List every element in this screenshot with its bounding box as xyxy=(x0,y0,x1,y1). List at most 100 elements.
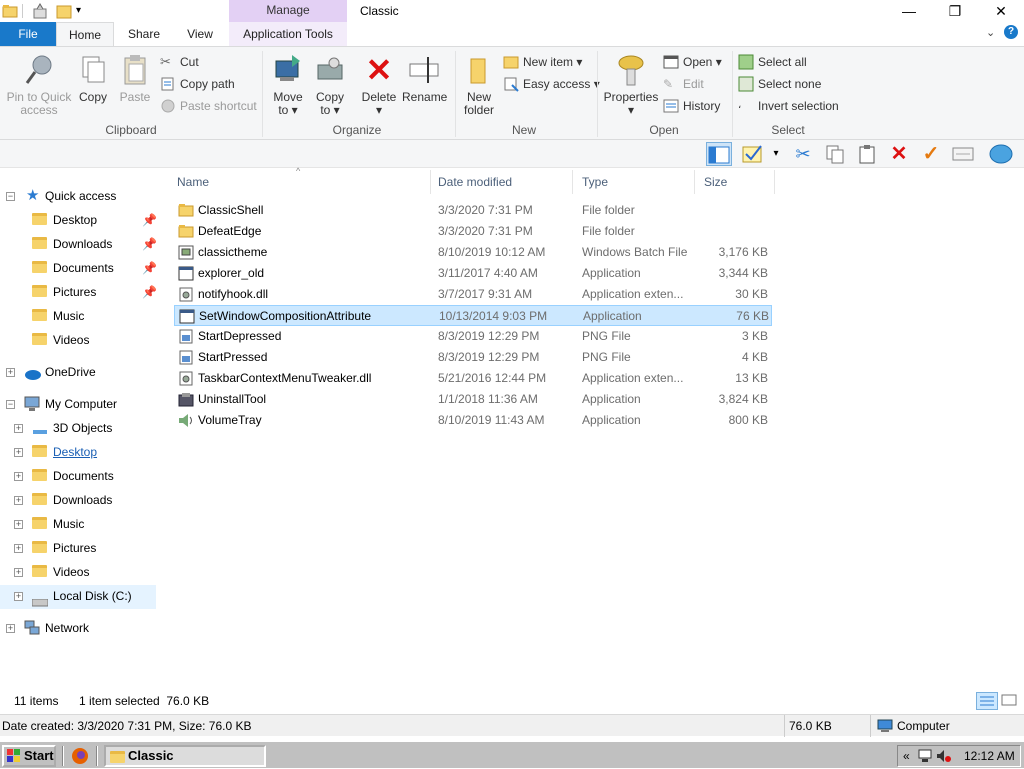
network-tray-icon[interactable] xyxy=(918,749,934,769)
nav-qa-pictures[interactable]: Pictures xyxy=(32,281,96,303)
paste-button[interactable]: Paste xyxy=(116,53,154,104)
maximize-button[interactable]: ❐ xyxy=(932,0,978,22)
table-row[interactable]: StartPressed 8/3/2019 12:29 PM PNG File 4 K… xyxy=(174,347,772,368)
expand-toggle[interactable]: + xyxy=(6,368,15,377)
firefox-icon[interactable] xyxy=(71,747,89,765)
table-row[interactable]: classictheme 8/10/2019 10:12 AM Windows Ba… xyxy=(174,242,772,263)
navigation-pane-icon[interactable] xyxy=(706,142,732,166)
tab-view[interactable]: View xyxy=(172,22,228,46)
nav-qa-documents[interactable]: Documents xyxy=(32,257,114,279)
nav-mc-documents[interactable]: Documents xyxy=(32,465,114,487)
nav-network[interactable]: Network xyxy=(24,617,89,639)
tab-home[interactable]: Home xyxy=(56,22,114,46)
nav-local-disk[interactable]: Local Disk (C:) xyxy=(31,585,132,607)
expand-toggle[interactable]: + xyxy=(14,544,23,553)
table-row[interactable]: SetWindowCompositionAttribute 10/13/2014 … xyxy=(174,305,772,326)
column-header-type[interactable]: Type xyxy=(573,170,695,194)
new-folder-button[interactable]: New folder xyxy=(460,53,498,117)
table-row[interactable]: StartDepressed 8/3/2019 12:29 PM PNG File 3… xyxy=(174,326,772,347)
expand-toggle[interactable]: + xyxy=(14,496,23,505)
move-to-button[interactable]: Move to ▾ xyxy=(268,53,308,117)
pin-to-quick-access-button[interactable]: Pin to Quick access xyxy=(4,53,74,117)
expand-toggle[interactable]: + xyxy=(14,568,23,577)
toolbar-share-globe-icon[interactable] xyxy=(988,142,1014,166)
minimize-button[interactable]: — xyxy=(886,0,932,22)
toolbar-dropdown-icon[interactable]: ▾ xyxy=(768,142,784,166)
nav-quick-access[interactable]: ★ Quick access xyxy=(26,185,116,207)
toolbar-properties-check-icon[interactable]: ✓ xyxy=(918,142,944,166)
table-row[interactable]: TaskbarContextMenuTweaker.dll 5/21/2016 1… xyxy=(174,368,772,389)
nav-qa-desktop[interactable]: Desktop xyxy=(32,209,97,231)
tray-expand-icon[interactable]: « xyxy=(903,746,910,766)
column-header-size[interactable]: Size xyxy=(695,170,775,194)
help-icon[interactable]: ? xyxy=(1004,25,1018,39)
volume-muted-icon[interactable] xyxy=(936,749,952,769)
nav-mc-downloads[interactable]: Downloads xyxy=(32,489,112,511)
tab-application-tools[interactable]: Application Tools xyxy=(229,22,347,46)
collapse-ribbon-icon[interactable]: ⌄ xyxy=(986,26,995,39)
table-row[interactable]: explorer_old 3/11/2017 4:40 AM Application… xyxy=(174,263,772,284)
collapse-toggle[interactable]: − xyxy=(6,400,15,409)
copy-to-button[interactable]: Copy to ▾ xyxy=(310,53,350,117)
nav-mc-pictures[interactable]: Pictures xyxy=(32,537,96,559)
edit-button[interactable]: ✎ Edit xyxy=(663,74,704,94)
large-icons-view-icon[interactable] xyxy=(1000,692,1020,710)
tab-file[interactable]: File xyxy=(0,22,56,46)
folder-window-icon[interactable] xyxy=(2,3,18,19)
nav-qa-downloads[interactable]: Downloads xyxy=(32,233,112,255)
table-row[interactable]: notifyhook.dll 3/7/2017 9:31 AM Applicatio… xyxy=(174,284,772,305)
expand-toggle[interactable]: + xyxy=(14,592,23,601)
column-header-date[interactable]: Date modified xyxy=(429,170,573,194)
open-button[interactable]: Open ▾ xyxy=(663,52,722,72)
toolbar-copy-icon[interactable] xyxy=(822,142,848,166)
copy-button[interactable]: Copy xyxy=(76,53,110,104)
paste-shortcut-button[interactable]: Paste shortcut xyxy=(160,96,257,116)
invert-selection-button[interactable]: ، Invert selection xyxy=(738,96,839,116)
toolbar-delete-icon[interactable]: ✕ xyxy=(886,142,912,166)
qat-dropdown-icon[interactable]: ▾ xyxy=(76,3,92,19)
expand-toggle[interactable]: + xyxy=(14,424,23,433)
nav-onedrive[interactable]: OneDrive xyxy=(24,361,96,383)
tab-share[interactable]: Share xyxy=(116,22,172,46)
history-icon xyxy=(663,98,679,114)
toolbar-email-icon[interactable] xyxy=(950,142,976,166)
select-all-button[interactable]: Select all xyxy=(738,52,807,72)
taskbar-window-button[interactable]: Classic xyxy=(104,745,266,767)
nav-qa-videos[interactable]: Videos xyxy=(32,329,89,351)
expand-toggle[interactable]: + xyxy=(14,520,23,529)
table-row[interactable]: ClassicShell 3/3/2020 7:31 PM File folder xyxy=(174,200,772,221)
new-item-button[interactable]: New item ▾ xyxy=(503,52,582,72)
easy-access-button[interactable]: Easy access ▾ xyxy=(503,74,600,94)
expand-toggle[interactable]: + xyxy=(6,624,15,633)
expand-toggle[interactable]: + xyxy=(14,472,23,481)
rename-button[interactable]: Rename xyxy=(402,53,447,104)
details-view-icon[interactable] xyxy=(976,692,998,710)
toolbar-paste-icon[interactable] xyxy=(854,142,880,166)
nav-my-computer[interactable]: My Computer xyxy=(24,393,117,415)
history-button[interactable]: History xyxy=(663,96,720,116)
select-none-button[interactable]: Select none xyxy=(738,74,821,94)
pictures-folder-icon xyxy=(32,541,47,553)
table-row[interactable]: VolumeTray 8/10/2019 11:43 AM Application 8… xyxy=(174,410,772,431)
properties-qat-icon[interactable] xyxy=(32,3,48,19)
nav-mc-desktop[interactable]: Desktop xyxy=(32,441,97,463)
nav-3d-objects[interactable]: 3D Objects xyxy=(32,417,112,439)
delete-button[interactable]: ✕ Delete ▾ xyxy=(358,53,400,117)
properties-button[interactable]: Properties ▾ xyxy=(603,53,659,117)
start-button[interactable]: Start xyxy=(2,745,56,767)
nav-mc-videos[interactable]: Videos xyxy=(32,561,89,583)
copy-path-button[interactable]: Copy path xyxy=(160,74,235,94)
table-row[interactable]: UninstallTool 1/1/2018 11:36 AM Applicatio… xyxy=(174,389,772,410)
cut-button[interactable]: ✂ Cut xyxy=(160,52,199,72)
clock[interactable]: 12:12 AM xyxy=(964,746,1015,766)
expand-toggle[interactable]: + xyxy=(14,448,23,457)
select-check-icon[interactable] xyxy=(740,142,766,166)
nav-mc-music[interactable]: Music xyxy=(32,513,84,535)
column-header-name[interactable]: Name xyxy=(168,170,431,194)
cut-scissors-icon[interactable]: ✂ xyxy=(790,142,816,166)
close-button[interactable]: ✕ xyxy=(978,0,1024,22)
collapse-toggle[interactable]: − xyxy=(6,192,15,201)
new-folder-qat-icon[interactable] xyxy=(56,3,72,19)
nav-qa-music[interactable]: Music xyxy=(32,305,84,327)
table-row[interactable]: DefeatEdge 3/3/2020 7:31 PM File folder xyxy=(174,221,772,242)
